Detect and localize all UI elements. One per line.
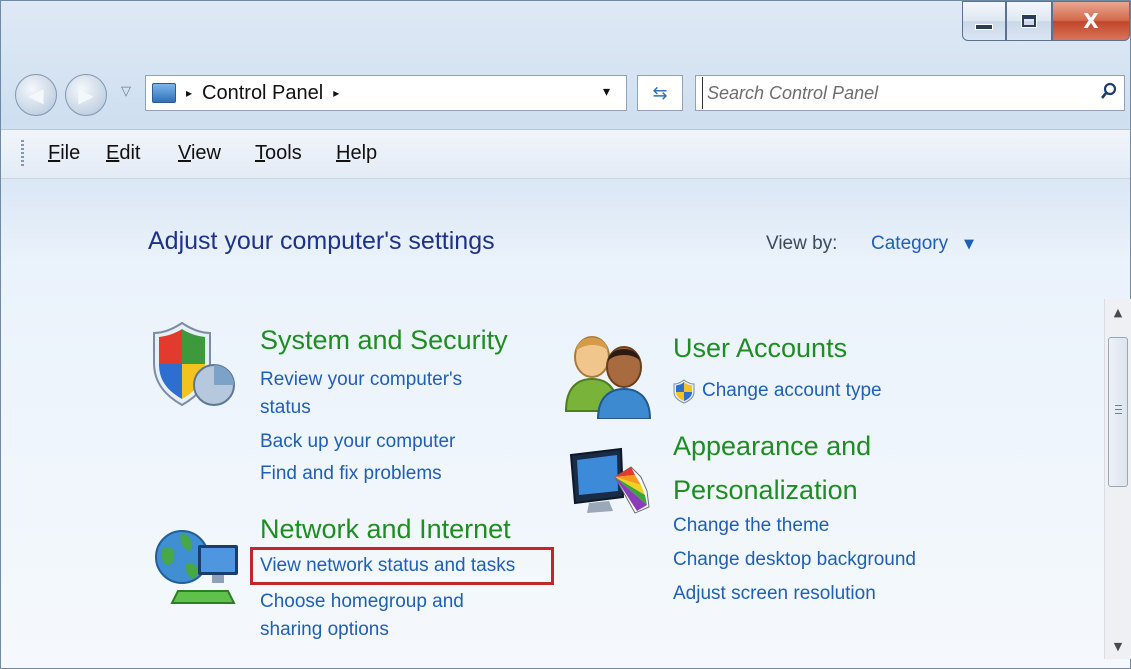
address-bar[interactable]: ▸ Control Panel ▸ ▾ <box>145 75 627 111</box>
control-panel-icon <box>152 83 176 103</box>
search-input[interactable] <box>702 77 1094 109</box>
minimize-icon <box>975 24 993 30</box>
refresh-icon: ⇆ <box>652 82 668 104</box>
menu-file[interactable]: File <box>48 142 80 165</box>
caption-buttons: X <box>962 1 1130 45</box>
view-by-label: View by: <box>766 233 838 254</box>
breadcrumb-arrow-icon[interactable]: ▸ <box>186 86 192 100</box>
breadcrumb-control-panel[interactable]: Control Panel <box>202 82 323 105</box>
back-button[interactable]: ◀ <box>15 74 57 116</box>
scroll-grip-icon <box>1115 405 1122 417</box>
menu-tools[interactable]: Tools <box>255 142 302 165</box>
recent-pages-dropdown[interactable]: ▽ <box>121 84 131 99</box>
uac-shield-icon <box>673 379 695 404</box>
content-area: Adjust your computer's settings View by:… <box>2 179 1101 669</box>
category-appearance-line1[interactable]: Appearance and <box>673 431 871 462</box>
link-change-theme[interactable]: Change the theme <box>673 510 829 542</box>
view-by-dropdown[interactable]: Category <box>871 233 948 255</box>
category-user-accounts[interactable]: User Accounts <box>673 333 847 364</box>
view-by-caret-icon[interactable]: ▼ <box>964 237 974 252</box>
vertical-scrollbar[interactable]: ▲ ▼ <box>1104 299 1131 659</box>
search-icon[interactable] <box>1094 82 1124 105</box>
link-find-fix-problems[interactable]: Find and fix problems <box>260 458 442 490</box>
refresh-button[interactable]: ⇆ <box>637 75 683 111</box>
breadcrumb-trail-arrow-icon[interactable]: ▸ <box>333 86 339 100</box>
link-homegroup-line2[interactable]: sharing options <box>260 614 389 646</box>
link-adjust-screen-resolution[interactable]: Adjust screen resolution <box>673 578 876 610</box>
forward-button[interactable]: ▶ <box>65 74 107 116</box>
users-icon[interactable] <box>562 327 658 419</box>
link-change-account-type[interactable]: Change account type <box>702 375 882 407</box>
menu-grip <box>21 140 24 168</box>
shield-chart-icon[interactable] <box>148 319 240 409</box>
maximize-button[interactable] <box>1006 1 1052 41</box>
menu-help[interactable]: Help <box>336 142 377 165</box>
maximize-icon <box>1022 15 1036 27</box>
menu-view[interactable]: View <box>178 142 221 165</box>
page-title: Adjust your computer's settings <box>148 227 495 255</box>
scroll-up-icon[interactable]: ▲ <box>1105 299 1131 325</box>
close-icon: X <box>1083 9 1099 33</box>
menu-edit[interactable]: Edit <box>106 142 140 165</box>
back-arrow-icon: ◀ <box>28 83 44 107</box>
close-button[interactable]: X <box>1052 1 1130 41</box>
scroll-thumb[interactable] <box>1108 337 1128 487</box>
network-globe-icon[interactable] <box>148 519 248 609</box>
search-box[interactable] <box>695 75 1125 111</box>
scroll-down-icon[interactable]: ▼ <box>1105 633 1131 659</box>
category-system-security[interactable]: System and Security <box>260 325 508 356</box>
highlight-box <box>250 547 554 585</box>
navigation-bar: ◀ ▶ ▽ ▸ Control Panel ▸ ▾ ⇆ <box>15 69 1125 119</box>
category-network-internet[interactable]: Network and Internet <box>260 514 511 545</box>
minimize-button[interactable] <box>962 1 1006 41</box>
address-dropdown-icon[interactable]: ▾ <box>603 84 610 100</box>
link-change-desktop-background[interactable]: Change desktop background <box>673 544 916 576</box>
control-panel-window: X ◀ ▶ ▽ ▸ Control Panel ▸ ▾ ⇆ Search Con… <box>0 0 1131 669</box>
link-back-up-computer[interactable]: Back up your computer <box>260 426 455 458</box>
search-icon-svg <box>1100 82 1117 99</box>
menu-bar: File Edit View Tools Help <box>1 129 1130 179</box>
monitor-palette-icon[interactable] <box>565 447 661 527</box>
forward-arrow-icon: ▶ <box>78 83 94 107</box>
link-review-status-line2[interactable]: status <box>260 392 311 424</box>
category-appearance-line2[interactable]: Personalization <box>673 475 858 506</box>
